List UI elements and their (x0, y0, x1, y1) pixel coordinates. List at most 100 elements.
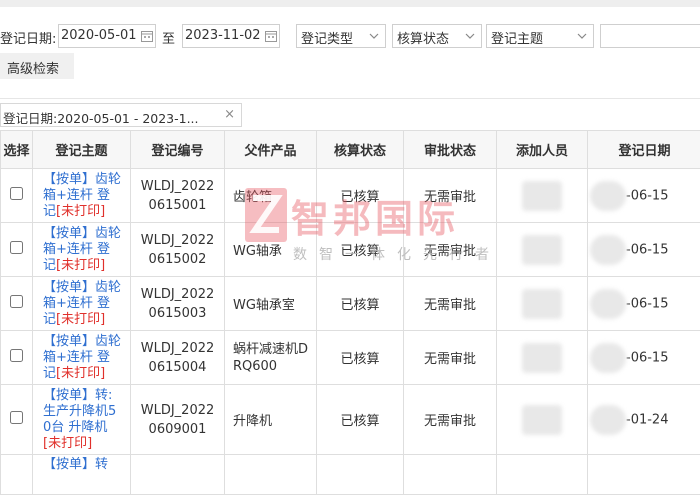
date-from-value: 2020-05-01 (61, 28, 137, 43)
code-cell: WLDJ_2022 0615002 (131, 223, 225, 277)
subject-link-line[interactable]: 记 (43, 258, 56, 273)
parent-product-cell: 蜗杆减速机DRQ600 (225, 331, 317, 385)
date-from-input[interactable]: 2020-05-01 (58, 24, 156, 48)
header-code[interactable]: 登记编号 (131, 131, 225, 169)
added-by-cell (497, 169, 588, 223)
accounting-status-cell (317, 455, 404, 495)
subject-link-line[interactable]: 记 (43, 204, 56, 219)
subject-link-line[interactable]: 【按单】齿轮 (43, 226, 121, 241)
parent-product-cell (225, 455, 317, 495)
subject-link-line[interactable]: 【按单】齿轮 (43, 280, 121, 295)
redacted-year (590, 235, 626, 265)
close-icon[interactable]: × (224, 107, 235, 122)
calendar-icon[interactable] (141, 30, 153, 42)
registration-date-cell: -06-15 (588, 223, 700, 277)
subject-link-line[interactable]: 记 (43, 366, 56, 381)
header-added-by[interactable]: 添加人员 (497, 131, 588, 169)
registration-type-select[interactable]: 登记类型 (296, 24, 386, 48)
subject-cell[interactable]: 【按单】齿轮 箱+连杆 登 记[未打印] (33, 331, 131, 385)
active-filter-bar: 登记日期:2020-05-01 - 2023-1... × (0, 98, 700, 130)
accounting-status-select[interactable]: 核算状态 (392, 24, 482, 48)
subject-cell[interactable]: 【按单】转: 生产升降机5 0台 升降机 [未打印] (33, 385, 131, 455)
approval-status-cell: 无需审批 (404, 223, 497, 277)
redacted-year (590, 343, 626, 373)
approval-status-cell: 无需审批 (404, 331, 497, 385)
code-line: WLDJ_2022 (141, 403, 215, 418)
row-checkbox-cell (1, 169, 33, 223)
subject-link-line[interactable]: 【按单】齿轮 (43, 334, 121, 349)
header-accounting-status[interactable]: 核算状态 (317, 131, 404, 169)
header-approval-status[interactable]: 审批状态 (404, 131, 497, 169)
chevron-down-icon (577, 31, 587, 41)
filter-row: 登记日期: 2020-05-01 至 2023-11-02 登记类型 核算状态 … (0, 24, 700, 48)
header-subject[interactable]: 登记主题 (33, 131, 131, 169)
chevron-down-icon (465, 31, 475, 41)
subject-link-line[interactable]: 记 (43, 312, 56, 327)
unprinted-flag: [未打印] (43, 436, 92, 451)
subject-link-line[interactable]: 【按单】转 (43, 457, 108, 472)
code-cell: WLDJ_2022 0609001 (131, 385, 225, 455)
calendar-icon[interactable] (265, 30, 277, 42)
date-suffix: -06-15 (626, 188, 668, 203)
redacted-user (522, 289, 562, 319)
date-suffix: -06-15 (626, 350, 668, 365)
table-header-row: 选择 登记主题 登记编号 父件产品 核算状态 审批状态 添加人员 登记日期 (1, 131, 700, 169)
redacted-user (522, 235, 562, 265)
date-suffix: -06-15 (626, 242, 668, 257)
added-by-cell (497, 455, 588, 495)
advanced-search-button[interactable]: 高级检索 (0, 53, 74, 79)
registration-subject-select[interactable]: 登记主题 (486, 24, 594, 48)
table-row: 【按单】齿轮 箱+连杆 登 记[未打印] WLDJ_2022 0615004 蜗… (1, 331, 700, 385)
header-select: 选择 (1, 131, 33, 169)
subject-cell[interactable]: 【按单】转 (33, 455, 131, 495)
row-checkbox[interactable] (10, 295, 23, 308)
redacted-year (590, 405, 626, 435)
subject-link-line[interactable]: 箱+连杆 登 (43, 242, 110, 257)
approval-status-cell: 无需审批 (404, 169, 497, 223)
added-by-cell (497, 223, 588, 277)
date-suffix: -06-15 (626, 296, 668, 311)
subject-cell[interactable]: 【按单】齿轮 箱+连杆 登 记[未打印] (33, 277, 131, 331)
code-cell (131, 455, 225, 495)
subject-link-line[interactable]: 箱+连杆 登 (43, 296, 110, 311)
header-registration-date[interactable]: 登记日期 (588, 131, 700, 169)
code-line: WLDJ_2022 (141, 341, 215, 356)
active-filter-label: 登记日期:2020-05-01 - 2023-1... (3, 111, 199, 126)
table-row: 【按单】齿轮 箱+连杆 登 记[未打印] WLDJ_2022 0615001 齿… (1, 169, 700, 223)
top-strip (0, 0, 700, 7)
subject-link-line[interactable]: 0台 升降机 (43, 420, 107, 435)
registration-table: 选择 登记主题 登记编号 父件产品 核算状态 审批状态 添加人员 登记日期 【按… (0, 130, 700, 495)
code-cell: WLDJ_2022 0615004 (131, 331, 225, 385)
subject-link-line[interactable]: 生产升降机5 (43, 404, 116, 419)
keyword-input[interactable] (600, 24, 700, 48)
date-range-separator: 至 (162, 28, 175, 47)
code-line: 0615001 (149, 198, 207, 213)
redacted-user (522, 181, 562, 211)
subject-link-line[interactable]: 【按单】转: (43, 388, 112, 403)
accounting-status-value: 核算状态 (397, 32, 449, 47)
accounting-status-cell: 已核算 (317, 169, 404, 223)
row-checkbox[interactable] (10, 349, 23, 362)
registration-type-value: 登记类型 (301, 32, 353, 47)
subject-cell[interactable]: 【按单】齿轮 箱+连杆 登 记[未打印] (33, 169, 131, 223)
subject-link-line[interactable]: 【按单】齿轮 (43, 172, 121, 187)
header-parent-product[interactable]: 父件产品 (225, 131, 317, 169)
subject-link-line[interactable]: 箱+连杆 登 (43, 350, 110, 365)
date-to-input[interactable]: 2023-11-02 (182, 24, 280, 48)
added-by-cell (497, 277, 588, 331)
subject-link-line[interactable]: 箱+连杆 登 (43, 188, 110, 203)
subject-cell[interactable]: 【按单】齿轮 箱+连杆 登 记[未打印] (33, 223, 131, 277)
registration-date-cell (588, 455, 700, 495)
row-checkbox[interactable] (10, 411, 23, 424)
accounting-status-cell: 已核算 (317, 277, 404, 331)
code-cell: WLDJ_2022 0615003 (131, 277, 225, 331)
row-checkbox-cell (1, 331, 33, 385)
code-line: 0615003 (149, 306, 207, 321)
row-checkbox[interactable] (10, 241, 23, 254)
table-row-partial: 【按单】转 (1, 455, 700, 495)
redacted-year (590, 289, 626, 319)
redacted-user (522, 343, 562, 373)
date-to-value: 2023-11-02 (185, 28, 261, 43)
registration-subject-value: 登记主题 (491, 32, 543, 47)
row-checkbox[interactable] (10, 187, 23, 200)
